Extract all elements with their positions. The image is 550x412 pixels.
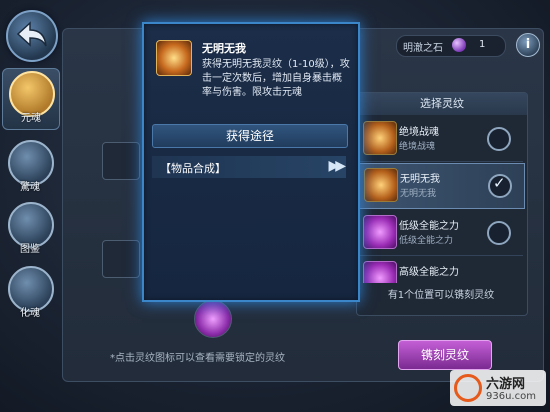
rune-icon [363,215,397,249]
watermark: 六游网 936u.com [450,370,546,406]
rune-detail-popup: 无明无我 获得无明无我灵纹（1-10级），攻击一定次数后，增加自身暴击概率与伤害… [142,22,360,302]
rune-subtitle: 低级全能之力 [399,236,454,246]
nav-tab-tujian[interactable]: 图鉴 [2,200,58,260]
rune-item[interactable]: 低级全能之力 低级全能之力 [359,211,523,256]
rune-slot-active[interactable] [194,300,232,338]
currency-display: 明澈之石 1 [396,35,506,57]
rune-list-header: 选择灵纹 [357,93,527,115]
rune-subtitle: 绝境战魂 [399,142,436,152]
source-item-synthesis[interactable]: 【物品合成】 ▶▶ [152,156,346,178]
rune-slot[interactable] [102,142,140,180]
watermark-name: 六游网 [486,377,526,392]
hint-text: *点击灵纹图标可以查看需要锁定的灵纹 [110,353,285,364]
rune-select-checkbox[interactable] [487,221,511,245]
popup-title: 无明无我 [202,42,246,55]
rune-select-checkbox[interactable] [487,127,511,151]
back-button[interactable] [6,10,58,62]
nav-tab-label: 图鉴 [20,244,40,255]
rune-item[interactable]: 绝境战魂 绝境战魂 [359,117,523,162]
currency-count: 1 [479,39,486,50]
watermark-url: 936u.com [486,391,536,402]
nav-tab-label: 化魂 [20,308,40,319]
rune-select-checkbox[interactable] [488,174,512,198]
rune-name: 低级全能之力 [399,221,459,232]
rune-subtitle: 无明无我 [400,189,437,199]
currency-label: 明澈之石 [403,43,443,54]
rune-icon [156,40,192,76]
info-button[interactable]: i [516,33,540,57]
engrave-button[interactable]: 镌刻灵纹 [398,340,492,370]
rune-name: 无明无我 [400,174,440,185]
rune-item-selected[interactable]: 无明无我 无明无我 [359,163,525,209]
rune-list-panel: 选择灵纹 绝境战魂 绝境战魂 无明无我 无明无我 低级全能之力 低级全能之力 高… [356,92,528,316]
rune-name: 绝境战魂 [399,127,439,138]
gem-icon [452,38,466,52]
rune-slots-info: 有1个位置可以镌刻灵纹 [387,290,495,301]
nav-tab-label: 驚魂 [20,182,40,193]
rune-name: 高级全能之力 [399,267,459,278]
rune-icon [363,261,397,283]
rune-item[interactable]: 高级全能之力 [359,257,523,283]
popup-section-title: 获得途径 [152,124,348,148]
source-label: 【物品合成】 [160,162,226,175]
rune-icon [363,121,397,155]
rune-slot[interactable] [102,240,140,278]
nav-tab-label: 元魂 [21,113,41,124]
nav-tab-yuanhun[interactable]: 元魂 [2,68,60,130]
logo-icon [454,374,482,402]
back-arrow-icon [16,21,47,47]
popup-description: 获得无明无我灵纹（1-10级），攻击一定次数后，增加自身暴击概率与伤害。限攻击元… [202,59,350,98]
nav-tab-jinghun[interactable]: 驚魂 [2,138,58,198]
nav-tab-huahun[interactable]: 化魂 [2,264,58,324]
rune-icon [364,168,398,202]
double-arrow-icon[interactable]: ▶▶ [328,158,345,174]
